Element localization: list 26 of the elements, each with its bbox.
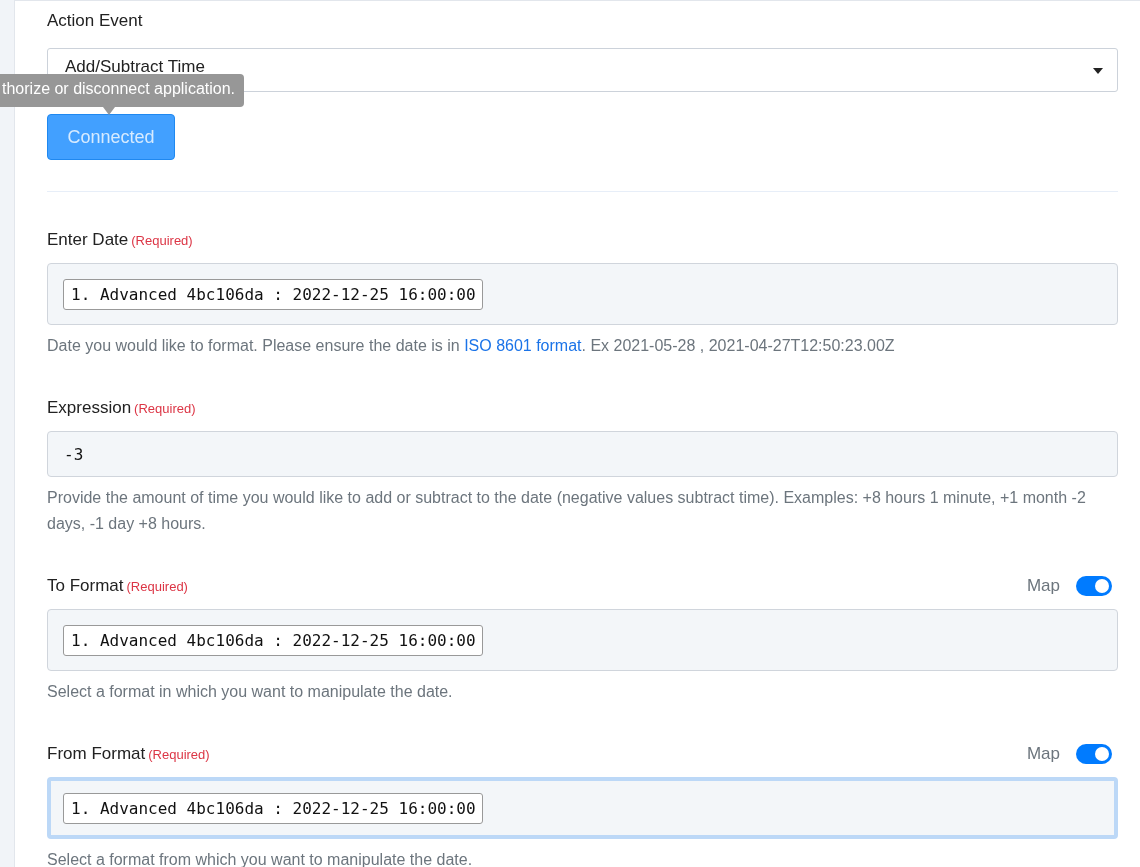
help-text: Date you would like to format. Please ensure the date is in ISO 8601 format. Ex 2021-05-28 , 2021-04-27T12:50:23.00Z: [47, 336, 896, 356]
required-note: (Required): [134, 401, 196, 416]
map-label: Map: [1026, 576, 1060, 596]
map-label: Map: [1026, 744, 1060, 764]
caret-icon: [1093, 68, 1103, 74]
mapped-value-tag[interactable]: 1. Advanced 4bc106da : 2022-12-25 16:00:00: [63, 792, 483, 824]
map-toggle[interactable]: [1076, 744, 1112, 764]
input-field[interactable]: 1. Advanced 4bc106da : 2022-12-25 16:00:00: [47, 263, 1118, 325]
mapped-value-tag[interactable]: 1. Advanced 4bc106da : 2022-12-25 16:00:00: [63, 278, 483, 310]
input-field[interactable]: -3: [47, 431, 1118, 477]
help-text: Select a format in which you want to manipulate the date.: [47, 682, 454, 702]
input-field[interactable]: 1. Advanced 4bc106da : 2022-12-25 16:00:00: [47, 777, 1118, 839]
required-note: (Required): [131, 233, 193, 248]
required-note: (Required): [148, 747, 210, 762]
field-label: From Format: [47, 744, 146, 763]
iso-format-link[interactable]: ISO 8601 format: [464, 337, 582, 354]
tooltip-arrow: [103, 107, 115, 115]
field-label: Expression: [47, 398, 132, 417]
field-label: To Format: [47, 576, 124, 595]
field-label: Action Event: [47, 10, 144, 32]
field-label: Enter Date: [47, 230, 129, 249]
map-toggle[interactable]: [1076, 576, 1112, 596]
help-text: Provide the amount of time you would like to add or subtract to the date (negative values subtract time). Examples: +8 hours 1 minute, +1 month -2 days, -1 day +8 hours.: [47, 488, 1087, 534]
mapped-value-tag[interactable]: 1. Advanced 4bc106da : 2022-12-25 16:00:00: [63, 624, 483, 656]
input-field[interactable]: 1. Advanced 4bc106da : 2022-12-25 16:00:00: [47, 609, 1118, 671]
required-note: (Required): [126, 579, 188, 594]
